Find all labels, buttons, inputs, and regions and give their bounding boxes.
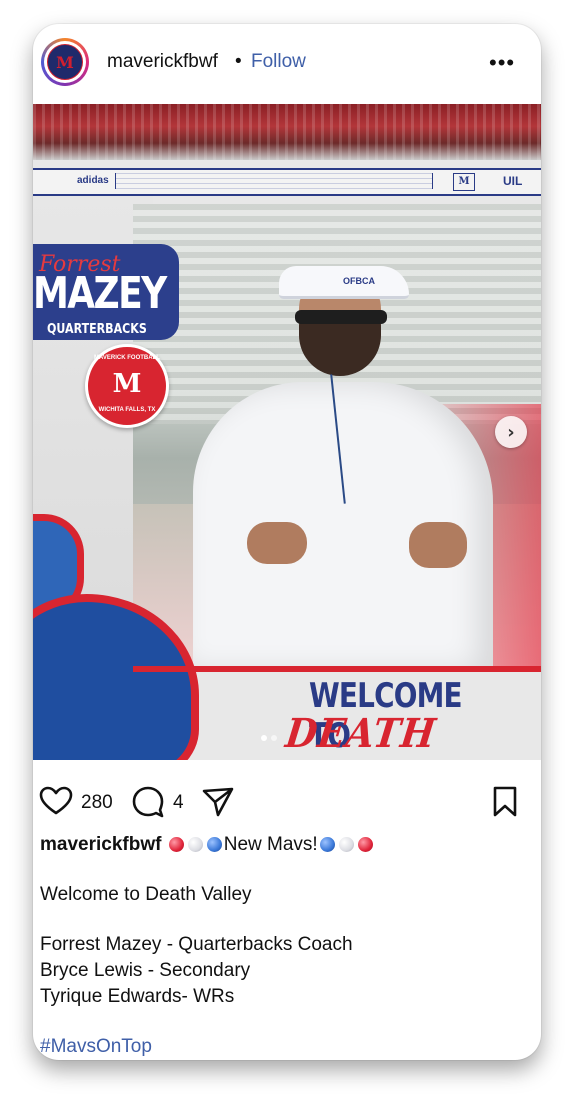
heart-icon[interactable] bbox=[39, 786, 73, 816]
crowd-photo bbox=[33, 104, 541, 160]
comment-count[interactable]: 4 bbox=[173, 792, 184, 814]
mascot-graphic bbox=[33, 514, 223, 760]
caption-headline: New Mavs! bbox=[223, 834, 318, 855]
sunglasses bbox=[295, 310, 387, 324]
bookmark-icon[interactable] bbox=[491, 786, 519, 818]
team-badge: MAVERICK FOOTBALL M WICHITA FALLS, TX bbox=[85, 344, 169, 428]
post-caption: maverickfbwf New Mavs! Welcome to Death … bbox=[40, 832, 530, 1060]
red-circle-icon bbox=[168, 837, 184, 852]
caption-coach-2: Bryce Lewis - Secondary bbox=[40, 960, 251, 981]
caption-coach-1: Forrest Mazey - Quarterbacks Coach bbox=[40, 934, 353, 955]
chevron-right-icon[interactable]: › bbox=[495, 416, 527, 448]
username[interactable]: maverickfbwf bbox=[107, 51, 218, 73]
like-count[interactable]: 280 bbox=[81, 792, 113, 814]
blue-circle-icon bbox=[206, 837, 222, 852]
banner-right-text: UIL bbox=[503, 174, 523, 188]
name-main: MAZEY bbox=[33, 268, 167, 319]
share-icon[interactable] bbox=[201, 786, 235, 818]
white-circle-icon bbox=[187, 837, 203, 852]
post-card: M maverickfbwf • Follow ••• adidas M UIL… bbox=[33, 24, 541, 1060]
sponsor-banner: adidas M UIL bbox=[33, 168, 541, 196]
red-circle-icon bbox=[357, 837, 373, 852]
post-header: M maverickfbwf • Follow ••• bbox=[33, 24, 541, 104]
comment-icon[interactable] bbox=[131, 786, 165, 818]
follow-button[interactable]: Follow bbox=[251, 51, 306, 73]
banner-fine-print bbox=[115, 173, 433, 189]
caption-coach-3: Tyrique Edwards- WRs bbox=[40, 986, 235, 1007]
white-circle-icon bbox=[338, 837, 354, 852]
banner-logo: M bbox=[453, 173, 475, 191]
caption-username[interactable]: maverickfbwf bbox=[40, 834, 161, 855]
red-divider bbox=[133, 666, 541, 672]
more-dots-icon[interactable]: ••• bbox=[489, 50, 515, 76]
banner-left-text: adidas bbox=[77, 175, 109, 186]
post-image[interactable]: adidas M UIL OFBCA Forrest MAZEY QUARTER… bbox=[33, 104, 541, 760]
blue-circle-icon bbox=[319, 837, 335, 852]
carousel-dots bbox=[261, 728, 281, 746]
hashtag-link[interactable]: #MavsOnTop bbox=[40, 1034, 530, 1060]
action-bar: 280 4 bbox=[33, 784, 541, 820]
caption-welcome: Welcome to Death Valley bbox=[40, 884, 252, 905]
visor-text: OFBCA bbox=[343, 276, 375, 286]
death-valley-text: DEATH VALLEY bbox=[277, 710, 445, 760]
avatar[interactable]: M bbox=[41, 38, 89, 86]
separator-dot: • bbox=[235, 51, 242, 72]
avatar-logo: M bbox=[47, 44, 83, 80]
position-label: QUARTERBACKS bbox=[47, 322, 147, 337]
